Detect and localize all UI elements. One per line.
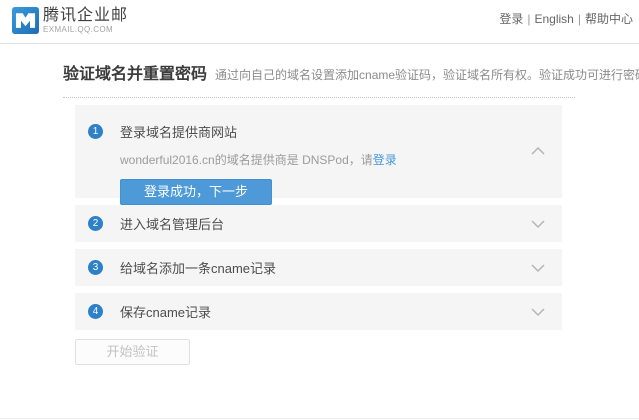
nav-separator: | bbox=[527, 12, 530, 26]
page-head: 验证域名并重置密码 通过向自己的域名设置添加cname验证码，验证域名所有权。验… bbox=[63, 60, 575, 98]
step-3-number-badge: 3 bbox=[88, 260, 103, 275]
step-panel-2[interactable]: 2 进入域名管理后台 bbox=[75, 205, 562, 242]
step-2-chevron[interactable] bbox=[530, 219, 546, 229]
step-1-chevron[interactable] bbox=[530, 146, 546, 156]
step-3-chevron[interactable] bbox=[530, 263, 546, 273]
step-1-title: 登录域名提供商网站 bbox=[120, 122, 237, 141]
step-1-number-badge: 1 bbox=[88, 124, 103, 139]
exmail-m-logo-icon bbox=[12, 7, 39, 34]
step-4-title: 保存cname记录 bbox=[120, 302, 211, 321]
step-panel-3[interactable]: 3 给域名添加一条cname记录 bbox=[75, 249, 562, 286]
step-1-description-text: wonderful2016.cn的域名提供商是 DNSPod，请 bbox=[120, 153, 373, 167]
page-title: 验证域名并重置密码 bbox=[63, 60, 207, 84]
chevron-down-icon bbox=[530, 219, 546, 229]
login-link[interactable]: 登录 bbox=[499, 12, 523, 26]
top-nav: 登录 | English | 帮助中心 bbox=[499, 10, 633, 27]
step-4-number-badge: 4 bbox=[88, 304, 103, 319]
dnspod-login-link[interactable]: 登录 bbox=[373, 153, 397, 167]
chevron-up-icon bbox=[530, 146, 546, 156]
step-panel-1: 1 登录域名提供商网站 wonderful2016.cn的域名提供商是 DNSP… bbox=[75, 105, 562, 198]
main-content: 验证域名并重置密码 通过向自己的域名设置添加cname验证码，验证域名所有权。验… bbox=[0, 60, 639, 365]
step-3-title: 给域名添加一条cname记录 bbox=[120, 258, 276, 277]
top-header-bar: 腾讯企业邮 EXMAIL.QQ.COM 登录 | English | 帮助中心 bbox=[0, 0, 639, 44]
step-1-header[interactable]: 1 登录域名提供商网站 bbox=[88, 122, 546, 141]
start-verification-button[interactable]: 开始验证 bbox=[75, 339, 190, 365]
step-2-number-badge: 2 bbox=[88, 216, 103, 231]
exmail-logo[interactable]: 腾讯企业邮 EXMAIL.QQ.COM bbox=[12, 7, 128, 34]
english-link[interactable]: English bbox=[535, 12, 574, 26]
brand-name: 腾讯企业邮 bbox=[43, 7, 128, 25]
chevron-down-icon bbox=[530, 263, 546, 273]
step-1-description: wonderful2016.cn的域名提供商是 DNSPod，请登录 bbox=[120, 151, 546, 168]
step-4-chevron[interactable] bbox=[530, 307, 546, 317]
chevron-down-icon bbox=[530, 307, 546, 317]
login-success-next-button[interactable]: 登录成功，下一步 bbox=[120, 179, 272, 205]
step-panel-4[interactable]: 4 保存cname记录 bbox=[75, 293, 562, 330]
help-center-link[interactable]: 帮助中心 bbox=[585, 12, 633, 26]
step-2-title: 进入域名管理后台 bbox=[120, 214, 224, 233]
brand-domain: EXMAIL.QQ.COM bbox=[43, 25, 128, 34]
nav-separator: | bbox=[578, 12, 581, 26]
page-subtitle: 通过向自己的域名设置添加cname验证码，验证域名所有权。验证成功可进行密码设置 bbox=[215, 66, 639, 83]
footer-divider bbox=[0, 418, 639, 419]
steps-accordion: 1 登录域名提供商网站 wonderful2016.cn的域名提供商是 DNSP… bbox=[75, 105, 562, 330]
